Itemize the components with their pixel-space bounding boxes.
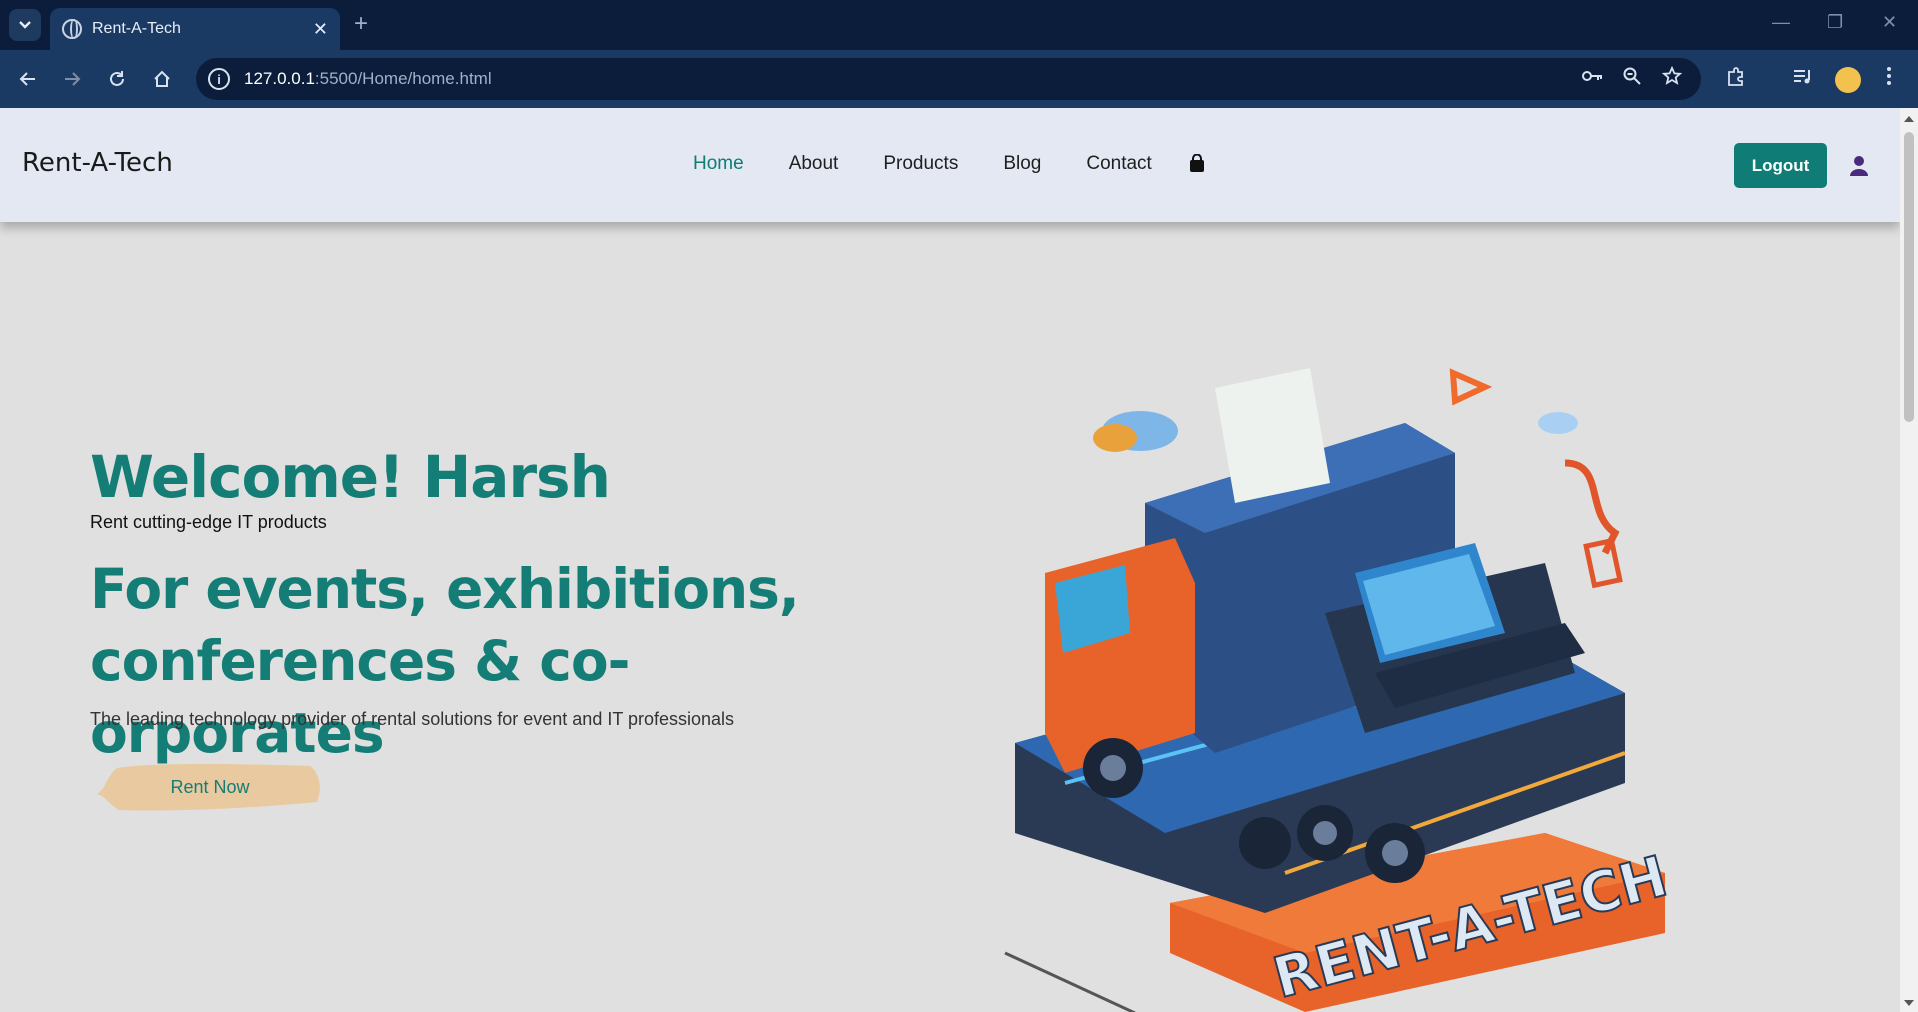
scrollbar-thumb[interactable] bbox=[1904, 132, 1914, 422]
user-icon[interactable] bbox=[1848, 155, 1870, 177]
bookmark-star-icon[interactable] bbox=[1661, 65, 1683, 92]
back-icon[interactable] bbox=[13, 64, 43, 94]
web-page: Rent-A-Tech Home About Products Blog Con… bbox=[0, 108, 1900, 1012]
password-key-icon[interactable] bbox=[1580, 66, 1604, 92]
close-tab-icon[interactable]: ✕ bbox=[313, 19, 328, 40]
browser-tabbar: Rent-A-Tech ✕ + — ❐ ✕ bbox=[0, 0, 1918, 50]
profile-avatar[interactable] bbox=[1835, 67, 1861, 93]
extensions-icon[interactable] bbox=[1725, 66, 1747, 94]
address-bar[interactable]: i 127.0.0.1:5500/Home/home.html bbox=[196, 58, 1701, 100]
reload-icon[interactable] bbox=[102, 64, 132, 94]
site-brand[interactable]: Rent-A-Tech bbox=[22, 148, 173, 178]
page-scrollbar[interactable] bbox=[1900, 108, 1918, 1012]
zoom-icon[interactable] bbox=[1622, 66, 1642, 92]
main-nav: Home About Products Blog Contact bbox=[693, 153, 1152, 175]
welcome-heading: Welcome! Harsh bbox=[90, 443, 611, 511]
hero-subtitle: Rent cutting-edge IT products bbox=[90, 512, 327, 532]
tab-search-button[interactable] bbox=[9, 9, 41, 41]
home-icon[interactable] bbox=[147, 64, 177, 94]
media-controls-icon[interactable] bbox=[1792, 66, 1814, 92]
nav-blog[interactable]: Blog bbox=[1003, 153, 1041, 175]
new-tab-button[interactable]: + bbox=[354, 10, 368, 38]
rent-a-tech-illustration: RENT-A-TECH bbox=[1004, 368, 1675, 1012]
restore-icon[interactable]: ❐ bbox=[1827, 12, 1843, 33]
nav-products[interactable]: Products bbox=[883, 153, 958, 175]
nav-about[interactable]: About bbox=[789, 153, 839, 175]
forward-icon[interactable] bbox=[57, 64, 87, 94]
minimize-icon[interactable]: — bbox=[1772, 12, 1790, 33]
url-host: 127.0.0.1 bbox=[244, 69, 315, 88]
browser-tab[interactable]: Rent-A-Tech ✕ bbox=[50, 8, 340, 50]
scroll-up-arrow[interactable] bbox=[1904, 116, 1914, 122]
site-header: Rent-A-Tech Home About Products Blog Con… bbox=[0, 108, 1900, 222]
hero-headline: For events, exhibitions, conferences & c… bbox=[90, 557, 800, 765]
shopping-bag-icon[interactable] bbox=[1188, 154, 1206, 173]
chevron-down-icon bbox=[19, 21, 31, 29]
nav-home[interactable]: Home bbox=[693, 153, 744, 175]
rent-now-button[interactable]: Rent Now bbox=[95, 758, 325, 816]
globe-icon bbox=[62, 19, 82, 39]
logout-button[interactable]: Logout bbox=[1734, 143, 1827, 188]
tab-title: Rent-A-Tech bbox=[92, 20, 181, 37]
rent-now-label: Rent Now bbox=[170, 776, 250, 797]
nav-contact[interactable]: Contact bbox=[1086, 153, 1151, 175]
url-path: :5500/Home/home.html bbox=[314, 69, 492, 88]
hero-description: The leading technology provider of renta… bbox=[90, 709, 735, 729]
window-close-icon[interactable]: ✕ bbox=[1882, 12, 1897, 33]
site-info-icon[interactable]: i bbox=[208, 68, 230, 90]
scroll-down-arrow[interactable] bbox=[1904, 1000, 1914, 1006]
browser-menu-icon[interactable] bbox=[1886, 66, 1892, 92]
